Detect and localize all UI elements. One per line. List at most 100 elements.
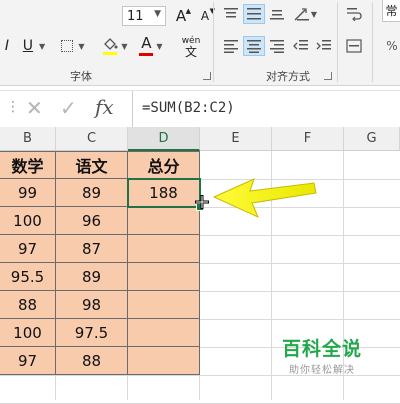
table-cell[interactable]: 87: [56, 235, 128, 263]
orientation-icon: [294, 8, 309, 21]
fill-cursor-icon: [195, 194, 209, 209]
border-button[interactable]: ▼: [58, 36, 88, 56]
column-header-d[interactable]: D: [128, 127, 200, 151]
table-cell[interactable]: 89: [56, 263, 128, 291]
ribbon-separator: [213, 2, 214, 82]
italic-button[interactable]: I: [0, 36, 14, 56]
decrease-indent-icon: [293, 40, 308, 50]
table-cell[interactable]: 97.5: [56, 319, 128, 347]
underline-icon: U: [22, 38, 34, 54]
font-color-letter: A: [141, 34, 152, 52]
watermark-title: 百科全说: [281, 338, 362, 360]
align-left-icon: [224, 40, 238, 53]
font-group-label: 字体: [70, 70, 92, 83]
table-cell[interactable]: 88: [56, 347, 128, 375]
table-cell[interactable]: 100: [0, 207, 56, 235]
watermark: 百科全说 助你轻松解决: [280, 334, 364, 376]
phonetic-label: wén: [181, 35, 201, 46]
font-color-button[interactable]: A ▼: [136, 34, 166, 58]
arrow-annotation: [212, 178, 317, 218]
fill-color-button[interactable]: ▼: [100, 34, 130, 58]
align-center-button[interactable]: [243, 36, 265, 56]
chevron-down-icon: ▼: [78, 41, 85, 51]
chevron-down-icon: ▼: [39, 41, 46, 51]
increase-indent-icon: [316, 40, 331, 50]
underline-button[interactable]: U ▼: [18, 36, 50, 56]
align-right-button[interactable]: [266, 36, 288, 56]
table-cell[interactable]: 96: [56, 207, 128, 235]
increase-indent-button[interactable]: [313, 36, 335, 56]
cancel-icon[interactable]: ✕: [26, 96, 43, 120]
formula-controls: ⋮ ✕ ✓ fx: [0, 91, 133, 127]
table-header-cell[interactable]: 语文: [56, 151, 128, 179]
merge-center-button[interactable]: [343, 36, 365, 56]
align-middle-button[interactable]: [243, 4, 265, 24]
ribbon-separator: [372, 2, 373, 82]
ribbon-separator: [337, 2, 338, 82]
formula-bar: ⋮ ✕ ✓ fx =SUM(B2:C2): [0, 90, 400, 128]
decrease-indent-button[interactable]: [290, 36, 312, 56]
table-cell[interactable]: [128, 207, 200, 235]
alignment-group-label: 对齐方式: [266, 70, 310, 83]
font-size-value: 11: [127, 8, 144, 24]
align-right-icon: [270, 40, 284, 53]
table-header-cell[interactable]: 总分: [128, 151, 200, 179]
table-header-cell[interactable]: 数学: [0, 151, 56, 179]
chevron-down-icon: ▼: [154, 9, 161, 19]
percent-style-button[interactable]: %: [384, 36, 400, 56]
border-icon: [61, 40, 74, 52]
font-color-icon: A: [139, 34, 154, 56]
column-header-b[interactable]: B: [0, 127, 56, 151]
table-cell[interactable]: [128, 235, 200, 263]
align-middle-icon: [247, 8, 261, 20]
phonetic-char: 文: [184, 44, 197, 59]
column-header-f[interactable]: F: [272, 127, 344, 151]
table-cell[interactable]: 98: [56, 291, 128, 319]
table-cell[interactable]: 100: [0, 319, 56, 347]
watermark-subtitle: 助你轻松解决: [289, 365, 355, 376]
number-format-dropdown[interactable]: 常: [382, 0, 400, 22]
shrink-font-icon: A: [200, 9, 210, 23]
align-bottom-button[interactable]: [266, 4, 288, 24]
column-header-c[interactable]: C: [56, 127, 128, 151]
merge-center-icon: [346, 39, 362, 53]
font-size-dropdown[interactable]: 11 ▼: [122, 6, 166, 26]
more-options-icon[interactable]: ⋮: [6, 99, 20, 115]
phonetic-guide-button[interactable]: wén 文: [176, 34, 206, 60]
fill-bucket-icon: [103, 38, 118, 55]
align-top-icon: [224, 8, 238, 18]
align-center-icon: [247, 40, 261, 53]
table-cell[interactable]: 97: [0, 347, 56, 375]
wrap-text-button[interactable]: [343, 4, 365, 24]
table-cell[interactable]: 188: [128, 179, 200, 207]
grow-font-button[interactable]: A ▲: [170, 6, 192, 26]
table-cell[interactable]: [128, 263, 200, 291]
caret-up-icon: ▲: [185, 7, 191, 15]
insert-function-icon[interactable]: fx: [95, 95, 114, 119]
align-top-button[interactable]: [220, 4, 242, 24]
number-format-value: 常: [385, 4, 398, 18]
table-cell[interactable]: 97: [0, 235, 56, 263]
italic-icon: I: [4, 38, 10, 54]
enter-icon[interactable]: ✓: [60, 96, 77, 120]
table-cell[interactable]: 89: [56, 179, 128, 207]
table-cell[interactable]: 95.5: [0, 263, 56, 291]
alignment-dialog-launcher[interactable]: [324, 72, 332, 80]
font-color-swatch: [139, 53, 154, 56]
grow-font-icon: A: [175, 7, 187, 25]
table-cell[interactable]: [128, 291, 200, 319]
ribbon: 11 ▼ A ▲ A ▼ I U ▼ ▼ ▼ A ▼ wén 文: [0, 0, 400, 86]
table-cell[interactable]: [128, 319, 200, 347]
formula-input[interactable]: =SUM(B2:C2): [142, 100, 235, 116]
table-cell[interactable]: [128, 347, 200, 375]
font-dialog-launcher[interactable]: [203, 72, 211, 80]
table-cell[interactable]: 88: [0, 291, 56, 319]
column-header-g[interactable]: G: [344, 127, 400, 151]
chevron-down-icon: ▼: [310, 9, 318, 19]
align-left-button[interactable]: [220, 36, 242, 56]
wrap-text-icon: [347, 8, 362, 21]
table-cell[interactable]: 99: [0, 179, 56, 207]
orientation-button[interactable]: ▼: [290, 4, 320, 24]
chevron-down-icon: ▼: [156, 41, 163, 51]
column-header-e[interactable]: E: [200, 127, 272, 151]
